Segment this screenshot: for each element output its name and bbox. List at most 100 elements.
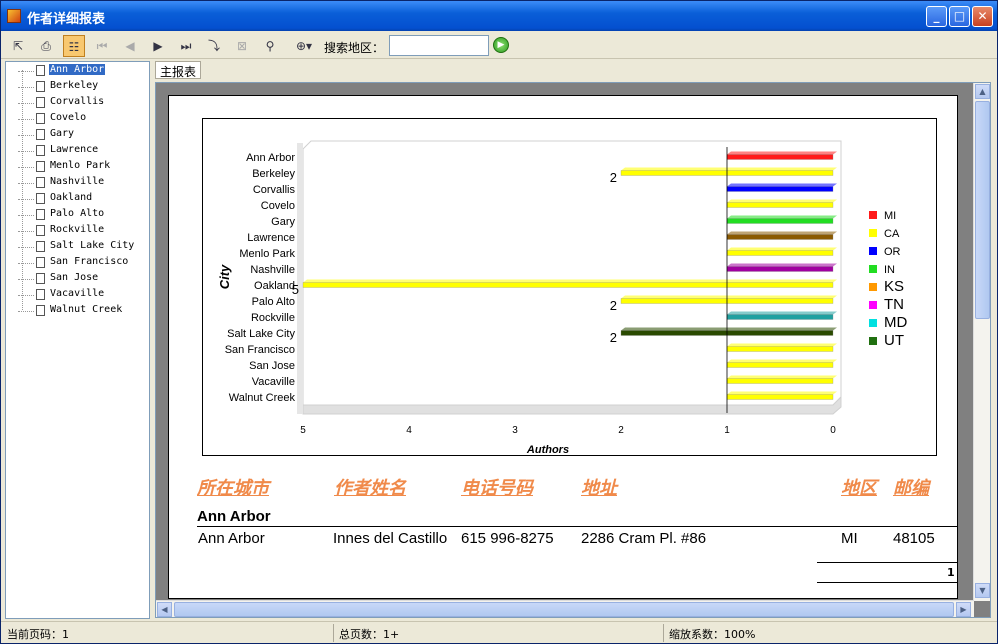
tree-branch: [18, 87, 34, 88]
tree-branch: [18, 311, 34, 312]
data-label: 2: [610, 170, 617, 185]
next-page-icon[interactable]: ▶: [147, 35, 169, 57]
print-icon[interactable]: ⎙: [35, 35, 57, 57]
close-button[interactable]: ✕: [972, 6, 993, 27]
tree-item[interactable]: Gary: [6, 127, 149, 143]
tree-item[interactable]: Rockville: [6, 223, 149, 239]
legend-label: KS: [884, 278, 904, 295]
legend-swatch: [869, 247, 877, 255]
tree-branch: [18, 263, 34, 264]
x-tick-label: 0: [830, 425, 836, 436]
document-icon: [36, 273, 45, 284]
bar: [726, 266, 834, 272]
tree-item[interactable]: Nashville: [6, 175, 149, 191]
status-bar: 当前页码：1 总页数：1+ 缩放系数：100%: [1, 621, 997, 643]
group-divider: [197, 526, 957, 527]
document-icon: [36, 177, 45, 188]
tree-item[interactable]: Menlo Park: [6, 159, 149, 175]
category-label: Oakland: [254, 280, 295, 292]
tree-item[interactable]: Covelo: [6, 111, 149, 127]
tree-item-label: Menlo Park: [50, 160, 111, 171]
category-label: Walnut Creek: [229, 392, 296, 404]
horizontal-scrollbar[interactable]: ◀ ▶: [156, 600, 974, 617]
status-separator: [333, 624, 334, 642]
tab-main-report[interactable]: 主报表: [155, 61, 202, 79]
search-input[interactable]: [389, 35, 489, 56]
summary-line-bottom: [817, 582, 957, 583]
maximize-button[interactable]: □: [949, 6, 970, 27]
goto-page-icon[interactable]: ⤵: [203, 35, 225, 57]
document-icon: [36, 113, 45, 124]
tree-item-label: Corvallis: [50, 96, 105, 107]
window-title: 作者详细报表: [27, 12, 106, 27]
bar-top: [621, 167, 837, 171]
vertical-scrollbar[interactable]: ▲ ▼: [973, 83, 990, 601]
header-name: 作者姓名: [334, 478, 406, 499]
legend-swatch: [869, 337, 877, 345]
tree-item[interactable]: Berkeley: [6, 79, 149, 95]
group-tree: Ann Arbor Berkeley Corvallis Covelo Gary Lawr…: [5, 61, 150, 619]
tree-item-label: Gary: [50, 128, 75, 139]
document-icon: [36, 129, 45, 140]
document-icon: [36, 97, 45, 108]
tree-item[interactable]: Salt Lake City: [6, 239, 149, 255]
tree-branch: [18, 119, 34, 120]
document-icon: [36, 65, 45, 76]
last-page-icon[interactable]: ⏭: [175, 35, 197, 57]
scroll-left-icon[interactable]: ◀: [157, 602, 172, 617]
tree-item[interactable]: Oakland: [6, 191, 149, 207]
export-icon[interactable]: ⇱: [7, 35, 29, 57]
tree-toggle-icon[interactable]: ☷: [63, 35, 85, 57]
horizontal-scroll-thumb[interactable]: [174, 602, 954, 617]
tree-item[interactable]: Palo Alto: [6, 207, 149, 223]
tree-item-label: Lawrence: [50, 144, 99, 155]
tree-branch: [18, 247, 34, 248]
document-icon: [36, 209, 45, 220]
category-label: Gary: [271, 216, 295, 228]
tree-branch: [18, 183, 34, 184]
bar-top: [621, 295, 837, 299]
prev-page-icon[interactable]: ◀: [119, 35, 141, 57]
tree-item[interactable]: San Francisco: [6, 255, 149, 271]
bar-top: [727, 247, 837, 251]
bar: [726, 362, 834, 368]
tree-branch: [18, 135, 34, 136]
first-page-icon[interactable]: ⏮: [91, 35, 113, 57]
legend-swatch: [869, 265, 877, 273]
title-bar[interactable]: 作者详细报表 _ □ ✕: [1, 1, 997, 31]
legend-label: IN: [884, 264, 895, 276]
tree-item[interactable]: Walnut Creek: [6, 303, 149, 319]
cell-name: Innes del Castillo: [333, 530, 447, 547]
header-phone: 电话号码: [461, 478, 533, 499]
vertical-scroll-thumb[interactable]: [975, 101, 990, 319]
tree-item-label: Berkeley: [50, 80, 99, 91]
stop-icon[interactable]: ⊠: [231, 35, 253, 57]
bar: [726, 314, 834, 320]
x-tick-label: 1: [724, 425, 730, 436]
scroll-down-icon[interactable]: ▼: [975, 583, 990, 598]
legend-label: MI: [884, 210, 896, 222]
search-go-icon[interactable]: ▶: [493, 37, 509, 53]
tree-item[interactable]: Corvallis: [6, 95, 149, 111]
legend-label: CA: [884, 228, 900, 240]
report-viewer: Ann Arbor Berkeley Corvallis Covelo Gary Lawr…: [155, 82, 991, 618]
category-label: San Jose: [249, 360, 295, 372]
document-icon: [36, 193, 45, 204]
tree-branch: [18, 199, 34, 200]
cell-zip: 48105: [893, 530, 935, 547]
document-icon: [36, 241, 45, 252]
document-icon: [36, 257, 45, 268]
tree-item[interactable]: San Jose: [6, 271, 149, 287]
tree-item-label: Nashville: [50, 176, 105, 187]
category-label: Lawrence: [247, 232, 295, 244]
tree-item[interactable]: Ann Arbor: [6, 63, 149, 79]
tree-item[interactable]: Lawrence: [6, 143, 149, 159]
tree-branch: [18, 231, 34, 232]
zoom-dropdown-icon[interactable]: ⊕▾: [289, 35, 319, 57]
scroll-right-icon[interactable]: ▶: [956, 602, 971, 617]
tree-item[interactable]: Vacaville: [6, 287, 149, 303]
find-icon[interactable]: ⚲: [259, 35, 281, 57]
minimize-button[interactable]: _: [926, 6, 947, 27]
legend-swatch: [869, 301, 877, 309]
scroll-up-icon[interactable]: ▲: [975, 84, 990, 99]
